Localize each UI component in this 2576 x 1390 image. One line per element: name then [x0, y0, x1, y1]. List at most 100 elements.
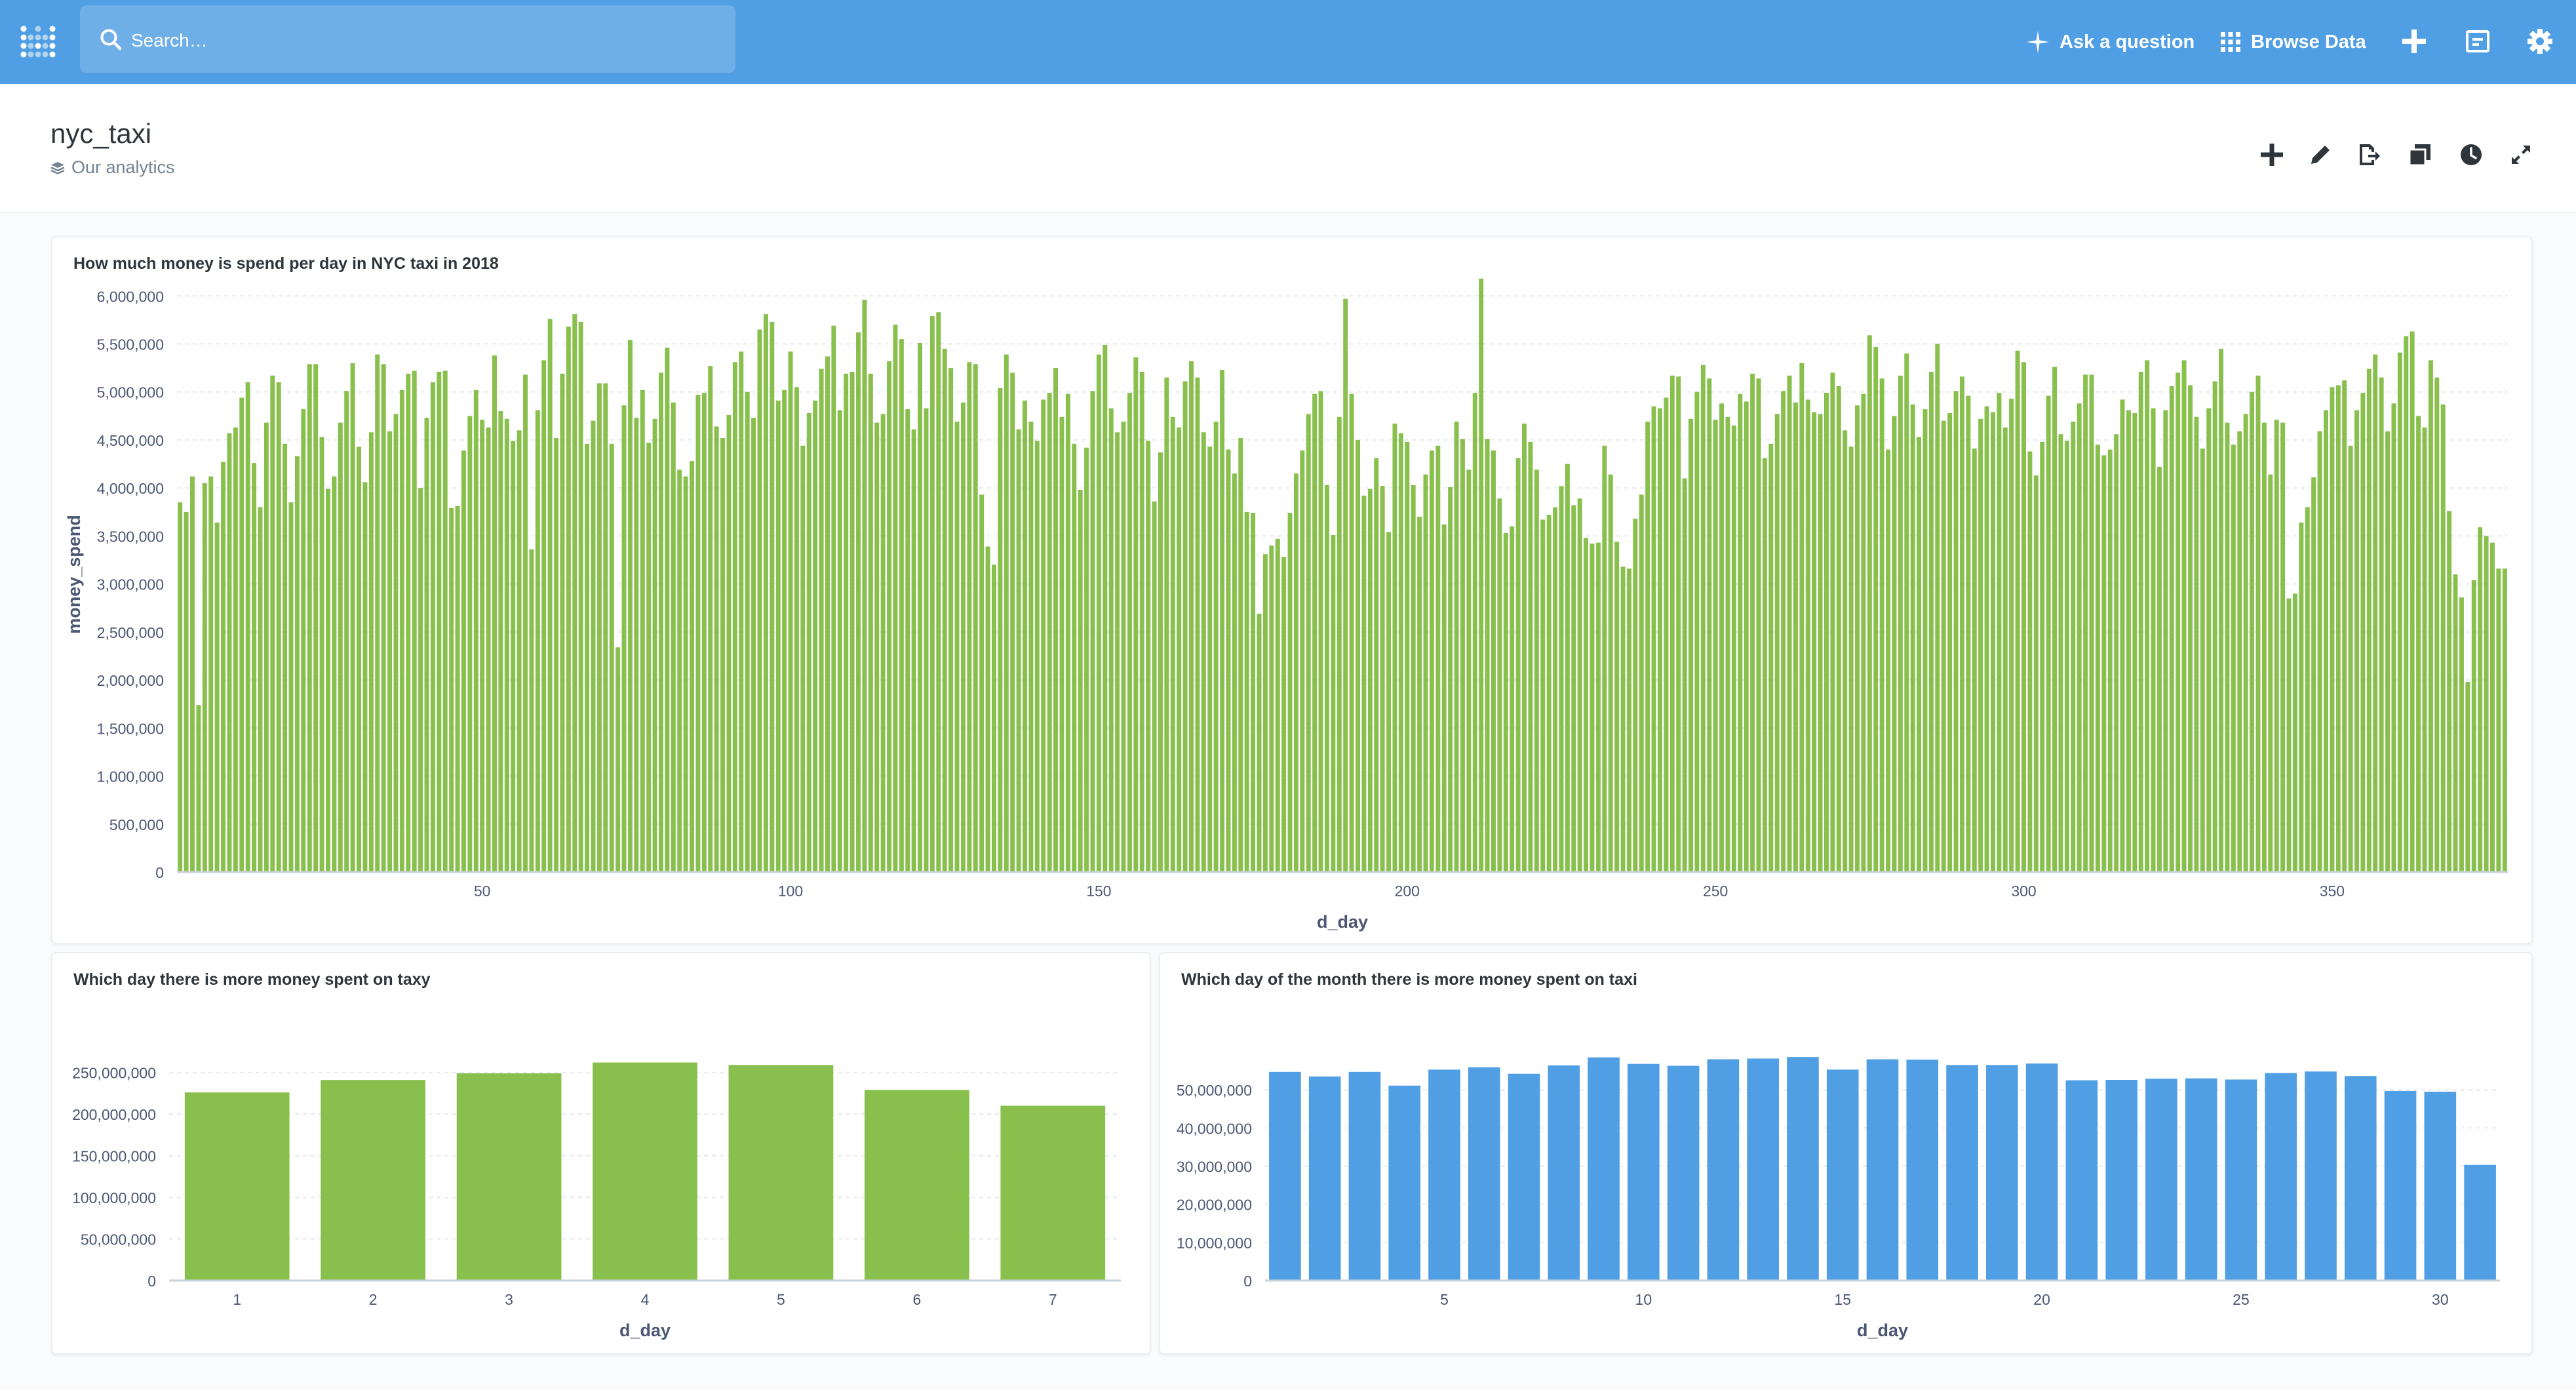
bar — [1904, 353, 1909, 872]
bar — [813, 400, 818, 872]
bar — [1485, 439, 1490, 872]
bar — [695, 395, 701, 872]
dashboard-title[interactable]: nyc_taxi — [50, 118, 151, 149]
search-bar[interactable]: Search… — [80, 5, 735, 73]
monthday-spend-card[interactable]: Which day of the month there is more mon… — [1159, 952, 2533, 1355]
bar — [2219, 348, 2224, 872]
bar — [1207, 447, 1213, 872]
bar — [2009, 398, 2014, 872]
settings-gear-icon[interactable] — [2523, 24, 2557, 58]
sparkle-icon — [2027, 31, 2049, 53]
bar — [2344, 1076, 2377, 1281]
bar — [2465, 682, 2470, 872]
bar — [523, 374, 528, 872]
bar — [2064, 441, 2069, 872]
x-tick-label: 3 — [505, 1291, 513, 1308]
bar — [263, 422, 269, 872]
bar — [2292, 593, 2297, 872]
bar — [609, 443, 614, 872]
bar — [1972, 448, 1977, 872]
bar — [2428, 360, 2433, 872]
revision-history-clock-icon[interactable] — [2451, 135, 2491, 174]
bar — [2089, 374, 2094, 872]
bar — [1072, 443, 1077, 872]
bar — [1325, 485, 1329, 872]
bar — [1287, 513, 1293, 872]
bar — [1312, 393, 1317, 872]
bar — [998, 387, 1003, 872]
bar — [1768, 443, 1774, 872]
bar — [2083, 374, 2088, 872]
bar — [775, 400, 781, 872]
bar — [1281, 557, 1287, 872]
bar — [221, 462, 226, 872]
bar — [233, 427, 238, 872]
add-card-plus-icon[interactable] — [2252, 135, 2292, 174]
bar — [837, 410, 842, 872]
bar — [1595, 542, 1601, 872]
bar — [1928, 371, 1934, 872]
bar — [393, 414, 399, 872]
bar — [2145, 360, 2150, 872]
bar — [2101, 455, 2107, 872]
bar — [2335, 385, 2341, 872]
bar — [554, 438, 559, 872]
bar — [683, 476, 688, 872]
bar — [1411, 485, 1416, 872]
bar — [2385, 431, 2391, 872]
weekday-spend-card[interactable]: Which day there is more money spent on t… — [51, 952, 1151, 1355]
fullscreen-expand-icon[interactable] — [2501, 135, 2541, 174]
bar — [504, 418, 509, 872]
bar — [2194, 416, 2199, 872]
export-icon[interactable] — [2349, 135, 2389, 174]
bar — [800, 445, 806, 872]
bar — [825, 356, 830, 872]
bar — [1139, 371, 1144, 872]
y-tick-label: 6,000,000 — [97, 288, 164, 305]
edit-pencil-icon[interactable] — [2301, 135, 2340, 174]
bar — [708, 366, 713, 872]
bar — [1380, 486, 1385, 872]
bar — [1158, 452, 1163, 872]
bar — [511, 441, 516, 872]
y-tick-label: 0 — [147, 1273, 156, 1290]
y-axis-label: money_spend — [64, 515, 84, 634]
bar — [1546, 515, 1551, 872]
bar — [690, 461, 694, 872]
bar — [2410, 331, 2415, 872]
bar — [1873, 346, 1879, 872]
bar — [726, 414, 732, 872]
bar — [585, 443, 590, 872]
bar — [2021, 362, 2026, 872]
x-tick-label: 50 — [474, 883, 491, 900]
bar — [2299, 522, 2304, 872]
new-plus-icon[interactable] — [2397, 24, 2431, 58]
metabase-logo-icon[interactable] — [18, 22, 58, 62]
collection-name: Our analytics — [71, 157, 175, 177]
bar — [1388, 1085, 1421, 1281]
bar — [1257, 614, 1262, 872]
ask-question-button[interactable]: Ask a question — [2027, 24, 2195, 60]
bar — [1843, 430, 1848, 872]
collection-breadcrumb[interactable]: Our analytics — [50, 157, 175, 178]
bar — [2052, 367, 2058, 872]
bar — [1454, 422, 1459, 872]
dashboard-icon[interactable] — [2461, 24, 2495, 58]
bar — [1910, 404, 1915, 872]
bar — [2176, 372, 2181, 872]
browse-data-button[interactable]: Browse Data — [2221, 24, 2366, 60]
bar — [1658, 408, 1662, 872]
bar — [1308, 1076, 1341, 1281]
bar — [1004, 354, 1009, 872]
bar — [1744, 401, 1749, 872]
bar — [2188, 385, 2193, 872]
bar — [1651, 406, 1656, 872]
daily-spend-card[interactable]: How much money is spend per day in NYC t… — [51, 236, 2533, 944]
bar — [1633, 519, 1638, 872]
bar — [227, 433, 232, 872]
bar — [1306, 414, 1311, 872]
bar — [1540, 519, 1546, 872]
bar — [2317, 431, 2322, 872]
duplicate-icon[interactable] — [2400, 135, 2440, 174]
bar — [627, 340, 633, 872]
